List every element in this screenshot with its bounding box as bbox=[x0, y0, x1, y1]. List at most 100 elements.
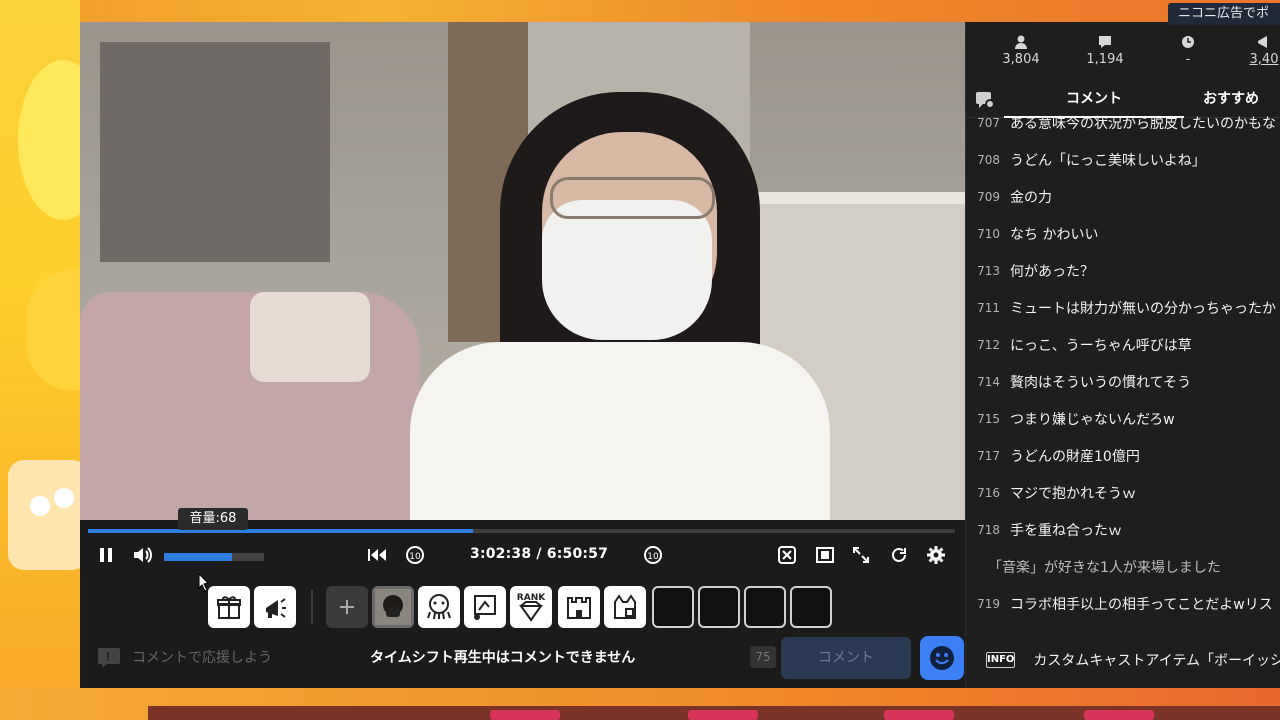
comment-number: 708 bbox=[977, 152, 1000, 167]
background-shape bbox=[18, 60, 80, 220]
forward-10-icon: 10 bbox=[644, 546, 662, 564]
comment-number: 711 bbox=[977, 300, 1000, 315]
comment-row[interactable]: 718 手を重ね合ったｗ bbox=[966, 511, 1280, 548]
advertise-button[interactable] bbox=[254, 586, 296, 628]
comment-off-icon bbox=[778, 546, 796, 564]
video-scene-pillow bbox=[250, 292, 370, 382]
video-scene-body bbox=[410, 342, 830, 520]
comment-text: 贅肉はそういうの慣れてそう bbox=[1010, 374, 1192, 391]
gift-button[interactable] bbox=[208, 586, 250, 628]
volume-button[interactable] bbox=[130, 538, 156, 572]
empty-item-slot[interactable] bbox=[698, 586, 740, 628]
avatar-item-button[interactable] bbox=[372, 586, 414, 628]
skip-back-icon bbox=[368, 549, 386, 561]
background-banner-left bbox=[0, 0, 80, 720]
item-bar: RANK bbox=[80, 578, 965, 638]
reload-icon bbox=[892, 547, 906, 562]
comment-text: つまり嫌じゃないんだろw bbox=[1010, 411, 1175, 428]
comment-row[interactable]: 711 ミュートは財力が無いの分かっちゃったか bbox=[966, 289, 1280, 326]
svg-text:10: 10 bbox=[647, 552, 659, 562]
fullscreen-button[interactable] bbox=[848, 538, 874, 572]
video-scene-glasses bbox=[550, 177, 715, 219]
speech-bubble-icon bbox=[1099, 36, 1111, 48]
comment-row[interactable]: 709 金の力 bbox=[966, 178, 1280, 215]
comment-text: うどんの財産10億円 bbox=[1010, 448, 1140, 465]
ad-points[interactable]: 3,40 bbox=[1224, 34, 1280, 67]
comment-number: 717 bbox=[977, 448, 1000, 463]
gift-icon bbox=[217, 596, 241, 619]
theater-mode-button[interactable] bbox=[812, 538, 838, 572]
video-player: 音量:68 10 3:02:38 / 6:50:57 10 RANK コメントで… bbox=[80, 22, 965, 688]
comment-row[interactable]: 719 コラボ相手以上の相手ってことだよwリス bbox=[966, 585, 1280, 622]
quote-item-button[interactable] bbox=[464, 586, 506, 628]
megaphone-icon bbox=[266, 598, 286, 618]
comment-number: 719 bbox=[977, 596, 1000, 611]
background-tag bbox=[688, 710, 758, 720]
comment-submit-button[interactable]: コメント bbox=[781, 637, 911, 679]
clock-icon bbox=[1182, 36, 1194, 48]
comment-row[interactable]: 710 なち かわいい bbox=[966, 215, 1280, 252]
comment-row[interactable]: 713 何があった？ bbox=[966, 252, 1280, 289]
rank-item-button[interactable]: RANK bbox=[510, 586, 552, 628]
pause-icon bbox=[100, 548, 112, 562]
background-dot bbox=[30, 496, 50, 516]
divider bbox=[311, 590, 313, 624]
comment-bar: コメントで応援しよう タイムシフト再生中はコメントできません 75 コメント bbox=[88, 636, 965, 680]
comment-text: マジで抱かれそうｗ bbox=[1010, 485, 1136, 502]
expand-icon bbox=[853, 547, 869, 563]
forward-10-button[interactable]: 10 bbox=[640, 538, 666, 572]
skip-back-button[interactable] bbox=[364, 538, 390, 572]
comment-list[interactable]: 707 ある意味今の状況から脱皮したいのかもな 708 うどん「にっこ美味しいよね」 7… bbox=[966, 116, 1280, 628]
video-scene-clothes bbox=[100, 42, 330, 262]
comment-text: 何があった？ bbox=[1010, 263, 1094, 280]
castle-icon bbox=[567, 597, 591, 619]
video-scene-mask bbox=[542, 200, 712, 340]
reload-button[interactable] bbox=[886, 538, 912, 572]
rewind-10-icon: 10 bbox=[406, 546, 424, 564]
comment-number: 718 bbox=[977, 522, 1000, 537]
rewind-10-button[interactable]: 10 bbox=[402, 538, 428, 572]
comment-text: にっこ、うーちゃん呼びは草 bbox=[1010, 337, 1192, 354]
background-dot bbox=[54, 488, 74, 508]
emoji-button[interactable] bbox=[920, 636, 964, 680]
svg-text:10: 10 bbox=[409, 552, 421, 562]
video-frame[interactable] bbox=[80, 22, 965, 520]
comment-text: ある意味今の状況から脱皮したいのかもな bbox=[1010, 115, 1276, 132]
gear-icon bbox=[927, 546, 945, 564]
comment-row[interactable]: 712 にっこ、うーちゃん呼びは草 bbox=[966, 326, 1280, 363]
comment-row[interactable]: 714 贅肉はそういうの慣れてそう bbox=[966, 363, 1280, 400]
comment-text: 金の力 bbox=[1010, 189, 1052, 206]
comment-text: ミュートは財力が無いの分かっちゃったか bbox=[1010, 300, 1276, 317]
megaphone-small-icon bbox=[1258, 36, 1267, 48]
comment-row[interactable]: 716 マジで抱かれそうｗ bbox=[966, 474, 1280, 511]
pause-button[interactable] bbox=[94, 538, 118, 572]
video-scene-shelf bbox=[742, 192, 965, 204]
info-bar[interactable]: INFO カスタムキャストアイテム「ボーイッシ bbox=[966, 640, 1280, 680]
comment-number: 716 bbox=[977, 485, 1000, 500]
time-stat: - bbox=[1148, 34, 1228, 67]
comment-number: 709 bbox=[977, 189, 1000, 204]
emotion-item-button[interactable] bbox=[418, 586, 460, 628]
comment-toggle-button[interactable] bbox=[774, 538, 800, 572]
system-message[interactable]: 「音楽」が好きな1人が来場しました bbox=[966, 548, 1280, 585]
comment-row[interactable]: 715 つまり嫌じゃないんだろw bbox=[966, 400, 1280, 437]
empty-item-slot[interactable] bbox=[744, 586, 786, 628]
comment-number: 707 bbox=[977, 115, 1000, 130]
background-shape bbox=[26, 270, 80, 390]
comment-number: 713 bbox=[977, 263, 1000, 278]
settings-button[interactable] bbox=[923, 538, 949, 572]
comment-row[interactable]: 707 ある意味今の状況から脱皮したいのかもな bbox=[966, 104, 1280, 141]
theater-icon bbox=[816, 547, 834, 563]
add-item-button[interactable] bbox=[326, 586, 368, 628]
niconi-ad-tab[interactable]: ニコニ広告でポ bbox=[1168, 3, 1280, 25]
volume-slider-fill bbox=[164, 553, 232, 561]
octopus-icon bbox=[427, 594, 451, 620]
animal-item-button[interactable] bbox=[604, 586, 646, 628]
empty-item-slot[interactable] bbox=[652, 586, 694, 628]
seek-bar-progress bbox=[88, 529, 474, 533]
comment-row[interactable]: 717 うどんの財産10億円 bbox=[966, 437, 1280, 474]
comment-row[interactable]: 708 うどん「にっこ美味しいよね」 bbox=[966, 141, 1280, 178]
castle-item-button[interactable] bbox=[558, 586, 600, 628]
smiley-icon bbox=[930, 646, 954, 670]
empty-item-slot[interactable] bbox=[790, 586, 832, 628]
